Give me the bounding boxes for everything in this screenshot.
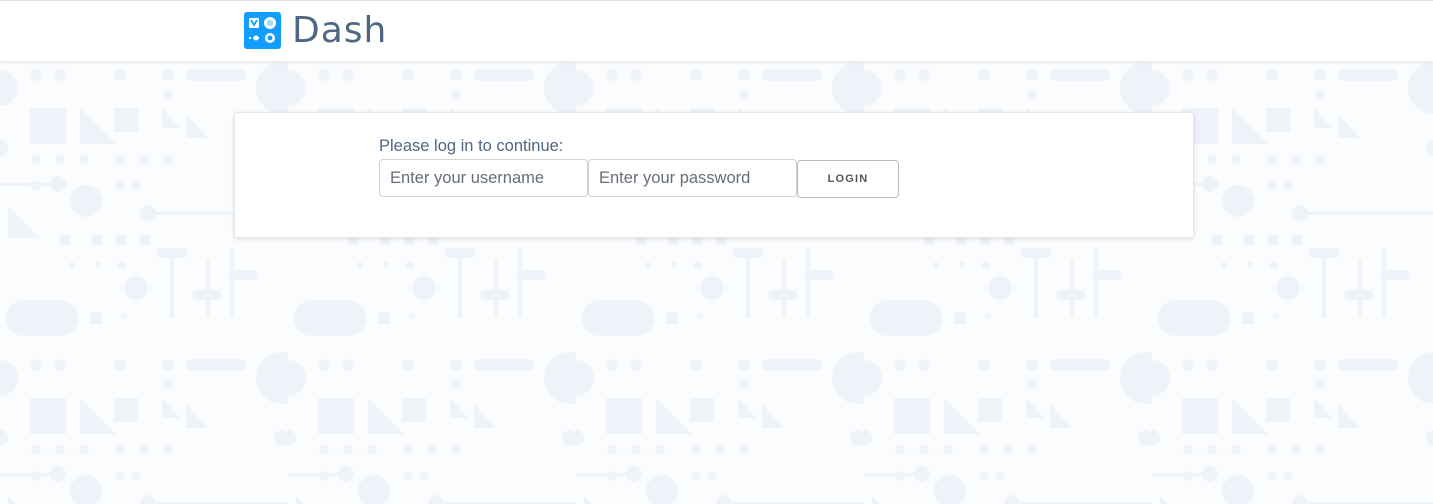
- login-button[interactable]: LOGIN: [797, 160, 899, 198]
- top-navigation-bar: Dash: [0, 0, 1433, 61]
- brand-name: Dash: [292, 10, 388, 51]
- dash-logo[interactable]: Dash: [244, 12, 387, 49]
- login-card: Please log in to continue: LOGIN: [234, 112, 1194, 238]
- login-prompt: Please log in to continue:: [379, 137, 564, 155]
- login-form: LOGIN: [379, 159, 899, 198]
- dash-logo-icon: [244, 12, 281, 49]
- username-input[interactable]: [379, 159, 588, 197]
- password-input[interactable]: [588, 159, 797, 197]
